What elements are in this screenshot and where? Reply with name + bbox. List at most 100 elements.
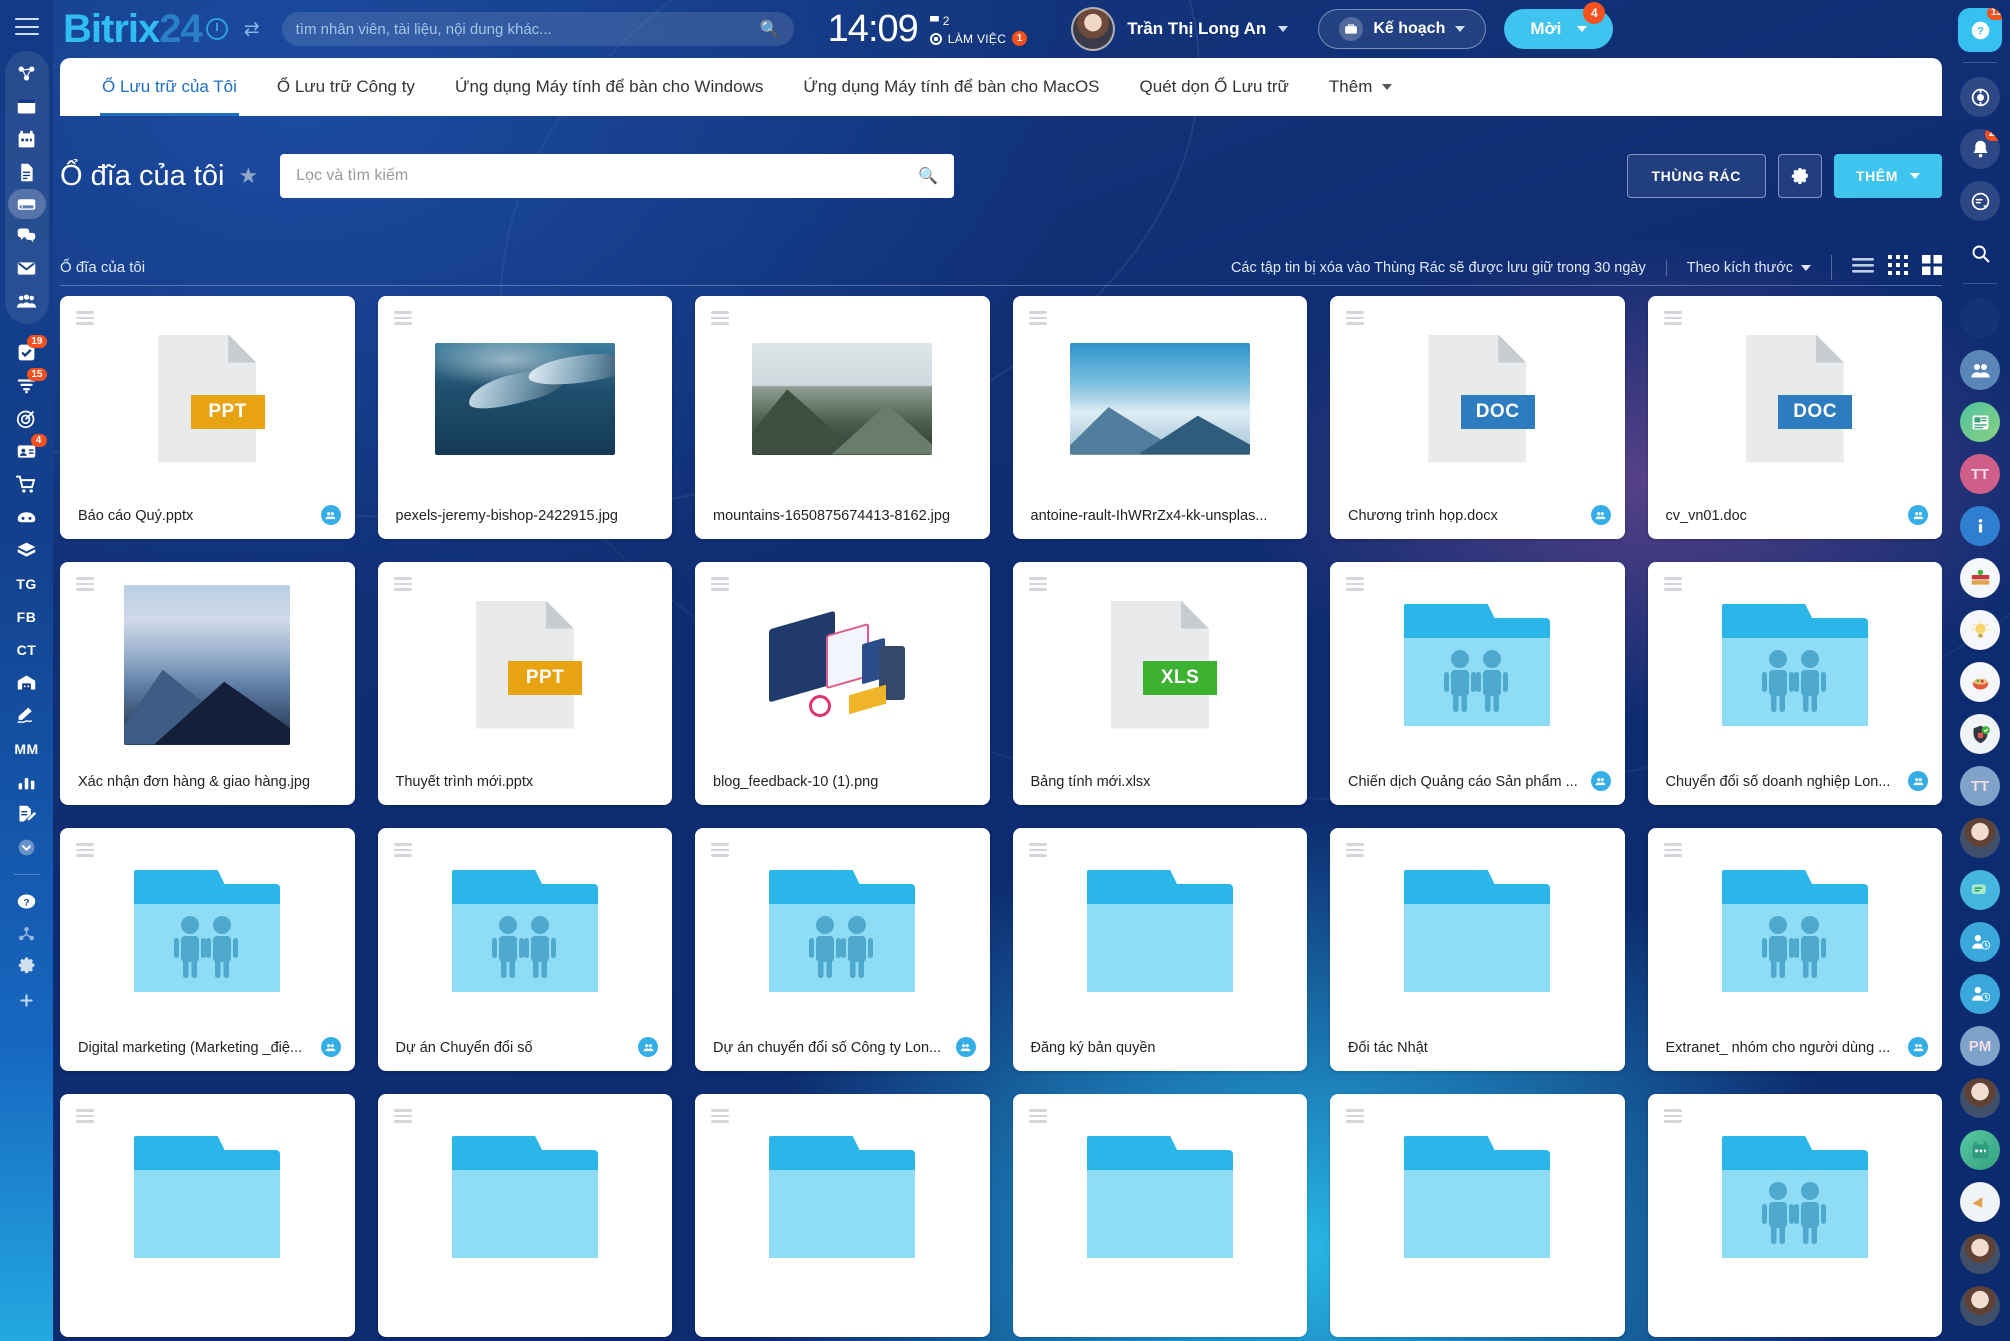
- global-search-box[interactable]: 🔍: [281, 12, 794, 46]
- sidebar-item-warehouse[interactable]: [5, 666, 49, 699]
- sidebar-item-box[interactable]: [5, 534, 49, 567]
- card-menu-button[interactable]: [393, 577, 412, 591]
- sort-dropdown[interactable]: Theo kích thước: [1665, 259, 1811, 276]
- trash-button[interactable]: THÙNG RÁC: [1626, 154, 1766, 198]
- messenger-icon[interactable]: [1960, 181, 2000, 221]
- team-avatar[interactable]: [1960, 350, 2000, 390]
- tab-clean-drive[interactable]: Quét dọn Ổ Lưu trữ: [1120, 58, 1309, 116]
- file-card[interactable]: DOC cv_vn01.doc: [1647, 296, 1942, 539]
- favorite-star-icon[interactable]: ★: [238, 163, 258, 189]
- tab-desktop-windows[interactable]: Ứng dụng Máy tính để bàn cho Windows: [435, 58, 783, 116]
- file-card[interactable]: XLS Bảng tính mới.xlsx: [1012, 562, 1307, 805]
- sidebar-item-automation[interactable]: [5, 918, 49, 951]
- sidebar-item-mm[interactable]: MM: [5, 732, 49, 765]
- food-avatar[interactable]: [1960, 662, 2000, 702]
- sidebar-item-signature[interactable]: [5, 699, 49, 732]
- card-menu-button[interactable]: [711, 577, 729, 591]
- add-button[interactable]: THÊM: [1833, 154, 1942, 198]
- card-menu-button[interactable]: [1346, 1109, 1364, 1123]
- tt-avatar[interactable]: TT: [1960, 454, 2000, 494]
- folder-card[interactable]: [695, 1094, 990, 1337]
- sidebar-item-drive[interactable]: [7, 189, 46, 219]
- sidebar-item-groups[interactable]: [5, 285, 49, 318]
- invite-button[interactable]: Mời 4: [1504, 2, 1614, 49]
- card-menu-button[interactable]: [1028, 311, 1047, 325]
- card-menu-button[interactable]: [1346, 843, 1364, 857]
- settings-button[interactable]: [1777, 154, 1822, 198]
- card-menu-button[interactable]: [1028, 1109, 1047, 1123]
- menu-toggle-button[interactable]: [14, 18, 39, 35]
- folder-card[interactable]: [377, 1094, 672, 1337]
- global-search-input[interactable]: [295, 20, 760, 38]
- news-avatar[interactable]: [1960, 402, 2000, 442]
- folder-card[interactable]: Chuyển đổi số doanh nghiệp Lon...: [1647, 562, 1942, 805]
- work-status-widget[interactable]: 2 LÀM VIỆC 1: [929, 12, 1028, 46]
- card-menu-button[interactable]: [393, 1109, 412, 1123]
- file-card[interactable]: PPT Báo cáo Quý.pptx: [60, 296, 355, 539]
- small-grid-view-button[interactable]: [1888, 255, 1908, 280]
- megaphone-avatar[interactable]: [1960, 1182, 2000, 1222]
- filter-search-input[interactable]: [296, 167, 919, 185]
- folder-card[interactable]: Digital marketing (Marketing _điệ...: [60, 828, 355, 1071]
- sidebar-item-tg[interactable]: TG: [5, 567, 49, 600]
- help-button-icon[interactable]: ? 13: [1958, 8, 2002, 52]
- sidebar-item-collapse[interactable]: [5, 831, 49, 864]
- user-menu[interactable]: Trần Thị Long An: [1071, 7, 1289, 51]
- sidebar-item-target[interactable]: [5, 402, 49, 435]
- time-avatar-2[interactable]: [1960, 974, 2000, 1014]
- search-icon[interactable]: [1960, 233, 2000, 273]
- folder-card[interactable]: Đăng ký bản quyền: [1012, 828, 1307, 1071]
- folder-card[interactable]: [60, 1094, 355, 1337]
- sidebar-item-shop[interactable]: [5, 468, 49, 501]
- calendar-avatar[interactable]: [1960, 1130, 2000, 1170]
- person-avatar-1[interactable]: [1960, 818, 2000, 858]
- card-menu-button[interactable]: [711, 843, 729, 857]
- file-card[interactable]: DOC Chương trình họp.docx: [1330, 296, 1625, 539]
- sidebar-item-mail[interactable]: [5, 252, 49, 285]
- sidebar-item-edit-doc[interactable]: [5, 798, 49, 831]
- large-grid-view-button[interactable]: [1922, 255, 1942, 280]
- security-avatar[interactable]: [1960, 714, 2000, 754]
- card-menu-button[interactable]: [711, 1109, 729, 1123]
- filter-search-box[interactable]: 🔍: [280, 154, 955, 198]
- card-menu-button[interactable]: [711, 311, 729, 325]
- file-card[interactable]: Xác nhận đơn hàng & giao hàng.jpg: [60, 562, 355, 805]
- folder-card[interactable]: Dự án Chuyển đổi số: [377, 828, 672, 1071]
- card-menu-button[interactable]: [1028, 843, 1047, 857]
- file-card[interactable]: blog_feedback-10 (1).png: [695, 562, 990, 805]
- faded-avatar[interactable]: [1960, 298, 2000, 338]
- pulse-icon[interactable]: [1960, 77, 2000, 117]
- card-menu-button[interactable]: [1663, 1109, 1682, 1123]
- sidebar-item-funnel[interactable]: 15: [5, 368, 49, 402]
- search-icon[interactable]: 🔍: [760, 19, 780, 39]
- folder-card[interactable]: Đối tác Nhật: [1330, 828, 1625, 1071]
- file-card[interactable]: antoine-rault-IhWRrZx4-kk-unsplas...: [1012, 296, 1307, 539]
- sidebar-item-activity-stream[interactable]: [5, 57, 49, 90]
- sidebar-item-documents[interactable]: [5, 156, 49, 189]
- card-menu-button[interactable]: [393, 311, 412, 325]
- card-menu-button[interactable]: [76, 577, 94, 591]
- tab-more[interactable]: Thêm: [1309, 58, 1412, 116]
- chat-avatar[interactable]: [1960, 870, 2000, 910]
- folder-card[interactable]: Dự án chuyển đổi số Công ty Lon...: [695, 828, 990, 1071]
- folder-card[interactable]: Extranet_ nhóm cho người dùng ...: [1647, 828, 1942, 1071]
- file-card[interactable]: PPT Thuyết trình mới.pptx: [377, 562, 672, 805]
- tab-my-drive[interactable]: Ổ Lưu trữ của Tôi: [82, 58, 257, 116]
- sidebar-item-analytics[interactable]: [5, 765, 49, 798]
- card-menu-button[interactable]: [1028, 577, 1047, 591]
- tab-company-drive[interactable]: Ổ Lưu trữ Công ty: [257, 58, 435, 116]
- notifications-icon[interactable]: 27: [1960, 129, 2000, 169]
- sidebar-item-ct[interactable]: CT: [5, 633, 49, 666]
- card-menu-button[interactable]: [1346, 311, 1364, 325]
- sidebar-item-bot[interactable]: [5, 501, 49, 534]
- bookclub-avatar[interactable]: [1960, 558, 2000, 598]
- folder-card[interactable]: [1647, 1094, 1942, 1337]
- filter-sliders-icon[interactable]: ⇄: [244, 18, 260, 41]
- person-avatar-3[interactable]: [1960, 1234, 2000, 1274]
- info-avatar[interactable]: [1960, 506, 2000, 546]
- pm-avatar[interactable]: PM: [1960, 1026, 2000, 1066]
- folder-card[interactable]: Chiến dịch Quảng cáo Sản phẩm ...: [1330, 562, 1625, 805]
- tab-desktop-macos[interactable]: Ứng dụng Máy tính để bàn cho MacOS: [783, 58, 1119, 116]
- sidebar-item-add[interactable]: [5, 984, 49, 1017]
- file-card[interactable]: mountains-1650875674413-8162.jpg: [695, 296, 990, 539]
